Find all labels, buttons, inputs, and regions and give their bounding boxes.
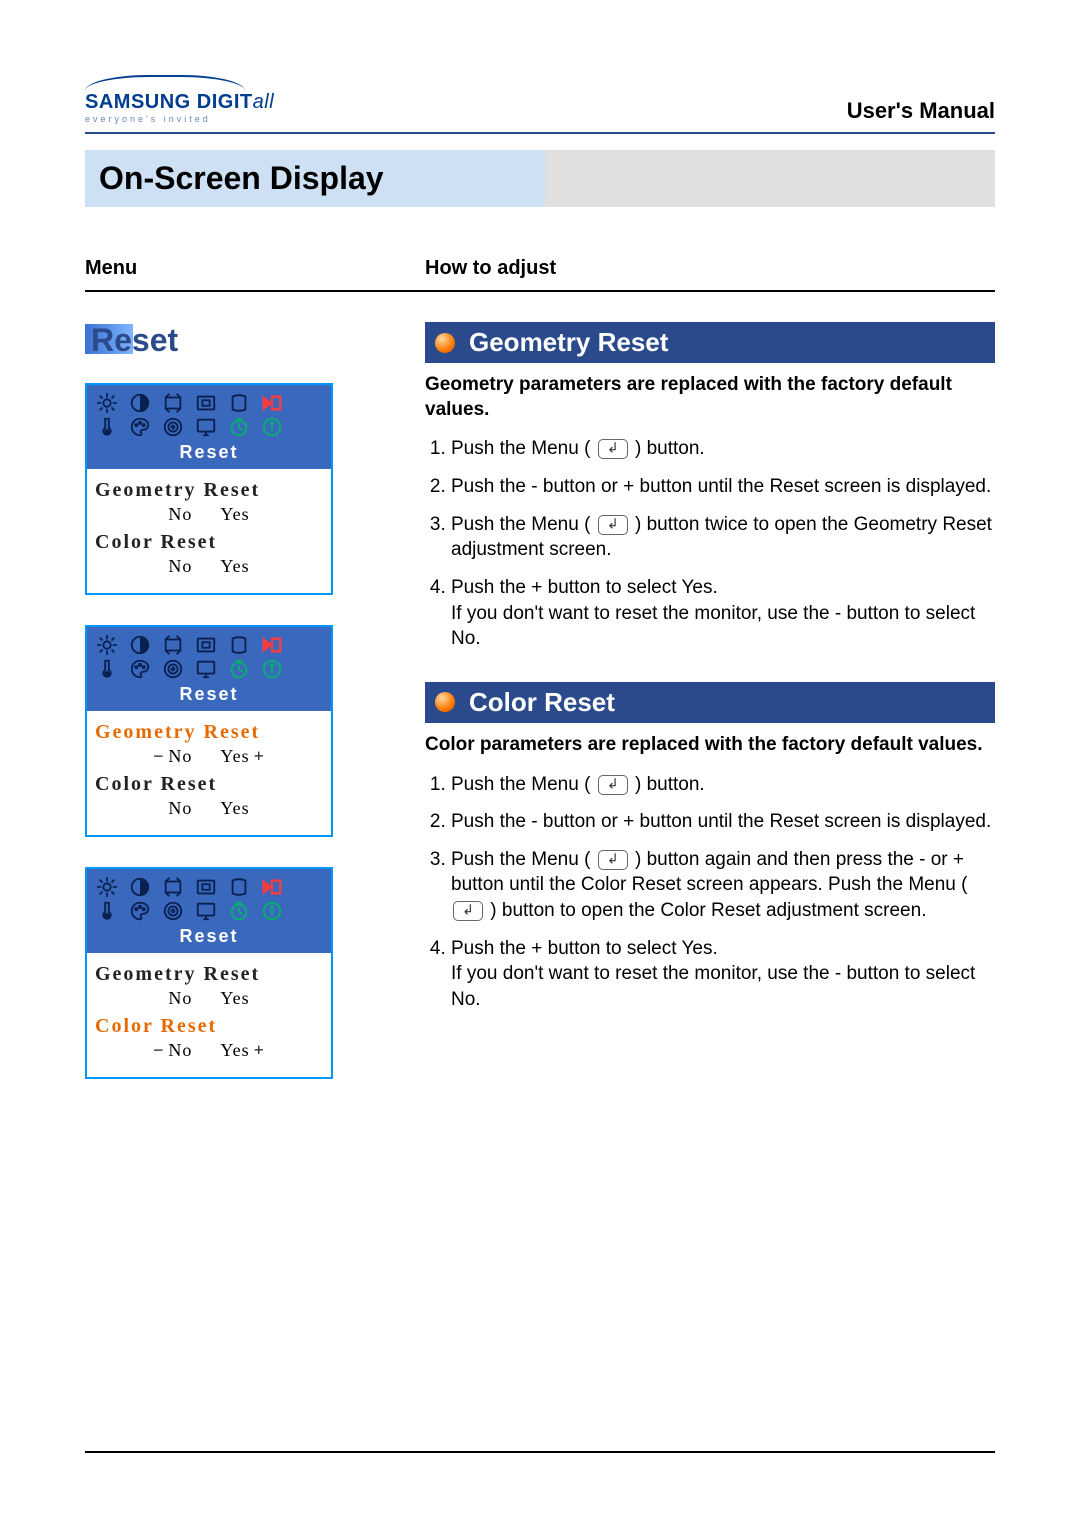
menu-button-icon [453,901,483,921]
plus-indicator: + [250,746,269,766]
brand-suffix: all [253,91,275,113]
osd-geometry-options: No Yes [95,988,323,1009]
header-rule [85,132,995,134]
osd-no: No [168,504,192,525]
color-temp-icon [95,416,119,438]
size-icon [161,634,185,656]
osd-reset-label: Reset [93,926,325,947]
recall-icon [260,392,284,414]
brand-tagline: everyone's invited [85,114,274,124]
osd-icon-grid [93,391,325,439]
column-headers: Menu How to adjust [85,257,995,290]
info-icon [260,658,284,680]
timer-icon [227,658,251,680]
brand-main: SAMSUNG DIGIT [85,91,253,113]
screen-icon [194,658,218,680]
osd-reset-label: Reset [93,684,325,705]
size-icon [161,876,185,898]
color-step-3: Push the Menu ( ) button again and then … [451,847,995,924]
section-title-bar: On-Screen Display [85,150,995,207]
size-icon [161,392,185,414]
osd-color-options: No Yes [95,556,323,577]
osd-yes: Yes [220,556,249,577]
info-icon [260,416,284,438]
osd-yes: Yes [220,504,249,525]
osd-geometry-options: No Yes [95,504,323,525]
menu-button-icon [598,850,628,870]
brand-logo: SAMSUNG DIGITall everyone's invited [85,75,274,124]
moire-icon [161,658,185,680]
osd-color-options: No Yes [95,798,323,819]
contrast-icon [128,876,152,898]
screen-icon [194,900,218,922]
osd-reset-label: Reset [93,442,325,463]
position-icon [194,634,218,656]
palette-icon [128,416,152,438]
brightness-icon [95,634,119,656]
minus-indicator: − [149,1040,168,1060]
moire-icon [161,900,185,922]
geometry-icon [227,392,251,414]
contrast-icon [128,634,152,656]
palette-icon [128,658,152,680]
osd-geometry-label: Geometry Reset [95,963,323,986]
geometry-step-2: Push the - button or + button until the … [451,474,995,500]
osd-geometry-label: Geometry Reset [95,479,323,502]
menu-button-icon [598,515,628,535]
col-howto: How to adjust [425,257,995,280]
osd-panel-geometry: Reset Geometry Reset −No Yes+ Color Rese… [85,625,333,837]
reset-heading: Reset [85,322,425,359]
screen-icon [194,416,218,438]
osd-no: No [168,556,192,577]
geometry-icon [227,634,251,656]
color-temp-icon [95,658,119,680]
brightness-icon [95,392,119,414]
minus-indicator: − [149,746,168,766]
osd-color-label: Color Reset [95,773,323,796]
osd-color-label: Color Reset [95,531,323,554]
position-icon [194,392,218,414]
moire-icon [161,416,185,438]
recall-icon [260,876,284,898]
menu-button-icon [598,439,628,459]
osd-panel-neutral: Reset Geometry Reset No Yes Color Reset … [85,383,333,595]
osd-color-options-selected: −No Yes+ [95,1040,323,1061]
color-step-4: Push the + button to select Yes.If you d… [451,936,995,1013]
geometry-step-1: Push the Menu ( ) button. [451,436,995,462]
osd-color-label-selected: Color Reset [95,1015,323,1038]
recall-icon [260,634,284,656]
color-temp-icon [95,900,119,922]
bullet-icon [435,333,455,353]
color-desc: Color parameters are replaced with the f… [425,733,995,758]
manual-title: User's Manual [847,98,995,124]
geometry-icon [227,876,251,898]
color-reset-header: Color Reset [425,682,995,723]
geometry-step-3: Push the Menu ( ) button twice to open t… [451,512,995,563]
color-step-1: Push the Menu ( ) button. [451,772,995,798]
osd-panel-color: Reset Geometry Reset No Yes Color Reset … [85,867,333,1079]
geometry-reset-header: Geometry Reset [425,322,995,363]
geometry-desc: Geometry parameters are replaced with th… [425,373,995,422]
geometry-step-4: Push the + button to select Yes.If you d… [451,575,995,652]
osd-geometry-options-selected: −No Yes+ [95,746,323,767]
info-icon [260,900,284,922]
section-title: On-Screen Display [85,150,545,207]
timer-icon [227,900,251,922]
footer-rule [85,1451,995,1453]
color-step-2: Push the - button or + button until the … [451,809,995,835]
palette-icon [128,900,152,922]
col-menu: Menu [85,257,425,280]
position-icon [194,876,218,898]
timer-icon [227,416,251,438]
columns-rule [85,290,995,292]
menu-button-icon [598,775,628,795]
geometry-steps: Push the Menu ( ) button. Push the - but… [425,436,995,651]
page-header: SAMSUNG DIGITall everyone's invited User… [85,75,995,124]
osd-geometry-label-selected: Geometry Reset [95,721,323,744]
color-steps: Push the Menu ( ) button. Push the - but… [425,772,995,1013]
plus-indicator: + [250,1040,269,1060]
brightness-icon [95,876,119,898]
bullet-icon [435,692,455,712]
contrast-icon [128,392,152,414]
